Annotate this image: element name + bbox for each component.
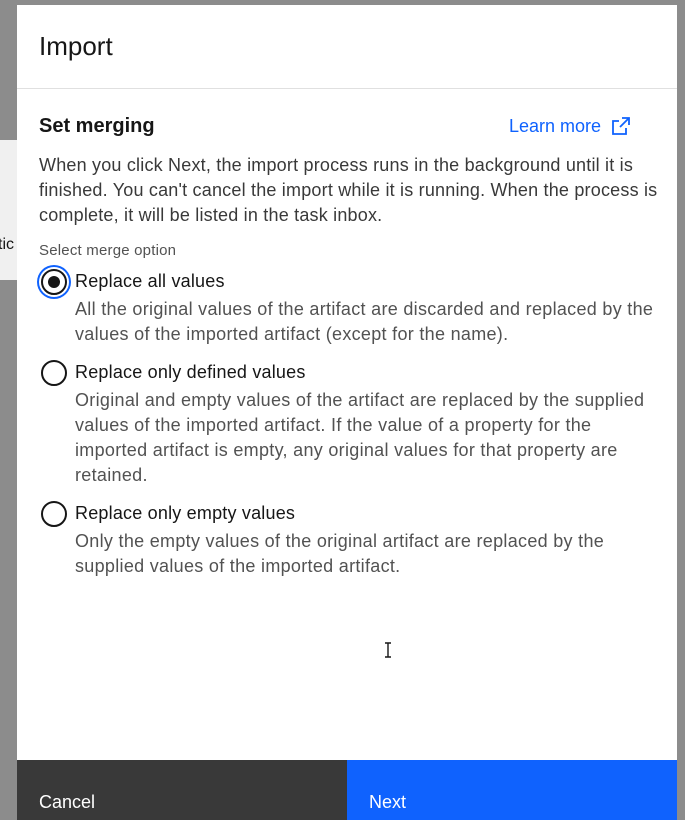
learn-more-label: Learn more [508,115,601,136]
radio-selected-dot [48,276,60,288]
option-text: Replace only empty values Only the empty… [75,501,655,579]
option-label[interactable]: Replace only defined values [75,360,655,384]
option-description: Original and empty values of the artifac… [75,390,645,485]
merge-radio-group: Replace all values All the original valu… [39,269,655,579]
learn-more-link[interactable]: Learn more [509,116,631,137]
radio-replace-all[interactable] [41,269,67,295]
radio-wrapper [37,265,71,299]
option-label[interactable]: Replace only empty values [75,501,655,525]
merge-option-label: Select merge option [39,242,177,259]
external-link-icon [612,117,630,135]
option-description: All the original values of the artifact … [75,299,654,344]
next-button[interactable]: Next [347,760,677,820]
option-text: Replace only defined values Original and… [75,360,655,488]
cancel-button[interactable]: Cancel [17,760,347,820]
background-panel [0,140,18,280]
section-title: Set merging [39,114,155,137]
radio-wrapper [37,356,71,390]
radio-wrapper [37,497,71,531]
option-replace-empty[interactable]: Replace only empty values Only the empty… [39,501,655,579]
option-replace-all[interactable]: Replace all values All the original valu… [39,269,655,347]
modal-title: Import [39,31,113,61]
background-partial-text: tic [0,236,14,253]
import-modal: Import Set merging Learn more When you c… [17,5,677,820]
radio-replace-empty[interactable] [41,501,67,527]
option-text: Replace all values All the original valu… [75,269,655,347]
text-cursor-icon [385,642,391,658]
option-replace-defined[interactable]: Replace only defined values Original and… [39,360,655,488]
modal-header: Import [17,5,677,89]
modal-body: Set merging Learn more When you click Ne… [17,89,677,760]
import-description: When you click Next, the import process … [39,155,658,225]
modal-footer: Cancel Next [17,760,677,820]
section-header: Set merging Learn more [39,111,655,141]
radio-replace-defined[interactable] [41,360,67,386]
option-label[interactable]: Replace all values [75,269,655,293]
option-description: Only the empty values of the original ar… [75,531,605,576]
